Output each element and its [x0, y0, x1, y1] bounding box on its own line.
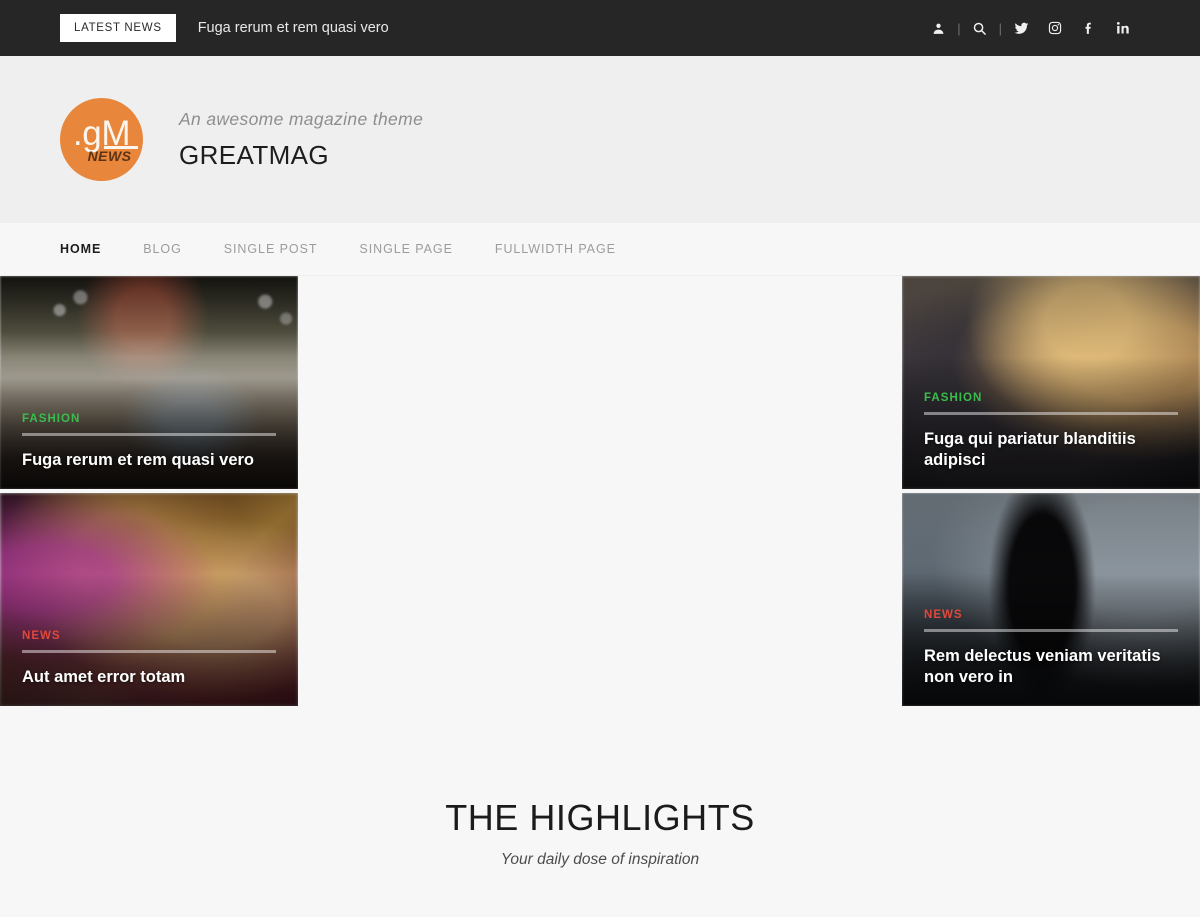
site-title[interactable]: GREATMAG [179, 140, 423, 171]
brand-block: An awesome magazine theme GREATMAG [179, 109, 423, 171]
hero-grid: FASHION Fuga rerum et rem quasi vero NEW… [0, 276, 1200, 706]
highlights-subtitle: Your daily dose of inspiration [500, 851, 700, 868]
card-divider [924, 411, 1178, 415]
instagram-icon[interactable] [1038, 11, 1072, 45]
hero-left-column: FASHION Fuga rerum et rem quasi vero NEW… [0, 276, 298, 706]
topbar-separator: | [998, 20, 1002, 36]
topbar-icon-group: | | [921, 11, 1140, 45]
hero-card-title[interactable]: Rem delectus veniam veritatis non vero i… [924, 646, 1178, 688]
hero-card-title[interactable]: Aut amet error totam [22, 667, 276, 688]
facebook-icon[interactable] [1072, 11, 1106, 45]
user-icon[interactable] [921, 11, 955, 45]
category-label[interactable]: FASHION [22, 413, 276, 425]
logo-news-text: NEWS [87, 148, 132, 164]
hero-card-content: FASHION Fuga rerum et rem quasi vero [0, 413, 298, 489]
top-bar: LATEST NEWS Fuga rerum et rem quasi vero… [0, 0, 1200, 56]
card-divider [924, 628, 1178, 632]
highlights-title: THE HIGHLIGHTS [445, 797, 755, 838]
hero-card-content: NEWS Rem delectus veniam veritatis non v… [902, 609, 1200, 706]
card-divider [22, 432, 276, 436]
hero-card-news-right[interactable]: NEWS Rem delectus veniam veritatis non v… [902, 493, 1200, 706]
nav-item-fullwidth-page[interactable]: FULLWIDTH PAGE [495, 242, 616, 256]
linkedin-icon[interactable] [1106, 11, 1140, 45]
twitter-icon[interactable] [1004, 11, 1038, 45]
hero-card-title[interactable]: Fuga rerum et rem quasi vero [22, 450, 276, 471]
hero-card-fashion-left[interactable]: FASHION Fuga rerum et rem quasi vero [0, 276, 298, 489]
hero-card-content: NEWS Aut amet error totam [0, 630, 298, 706]
hero-card-content: FASHION Fuga qui pariatur blanditiis adi… [902, 392, 1200, 489]
category-label[interactable]: FASHION [924, 392, 1178, 404]
hero-right-column: FASHION Fuga qui pariatur blanditiis adi… [902, 276, 1200, 706]
nav-item-home[interactable]: HOME [60, 242, 101, 256]
nav-item-single-post[interactable]: SINGLE POST [224, 242, 318, 256]
site-tagline: An awesome magazine theme [179, 108, 424, 129]
hero-card-news-left[interactable]: NEWS Aut amet error totam [0, 493, 298, 706]
search-icon[interactable] [963, 11, 997, 45]
hero-card-title[interactable]: Fuga qui pariatur blanditiis adipisci [924, 429, 1178, 471]
hero-center-column: LIFESTYLE Illo libero sed voluptas quam … [302, 276, 898, 706]
category-label[interactable]: NEWS [924, 609, 1178, 621]
highlights-section: THE HIGHLIGHTS Your daily dose of inspir… [0, 706, 1200, 915]
site-logo-icon[interactable]: .gM NEWS [60, 98, 143, 181]
category-label[interactable]: NEWS [22, 630, 276, 642]
topbar-separator: | [957, 20, 961, 36]
card-divider [22, 649, 276, 653]
nav-item-single-page[interactable]: SINGLE PAGE [359, 242, 452, 256]
nav-item-blog[interactable]: BLOG [143, 242, 182, 256]
main-navigation: HOME BLOG SINGLE POST SINGLE PAGE FULLWI… [0, 223, 1200, 276]
site-header: .gM NEWS An awesome magazine theme GREAT… [0, 56, 1200, 223]
hero-card-fashion-right[interactable]: FASHION Fuga qui pariatur blanditiis adi… [902, 276, 1200, 489]
latest-news-ticker-link[interactable]: Fuga rerum et rem quasi vero [198, 20, 389, 36]
latest-news-badge: LATEST NEWS [60, 14, 176, 42]
